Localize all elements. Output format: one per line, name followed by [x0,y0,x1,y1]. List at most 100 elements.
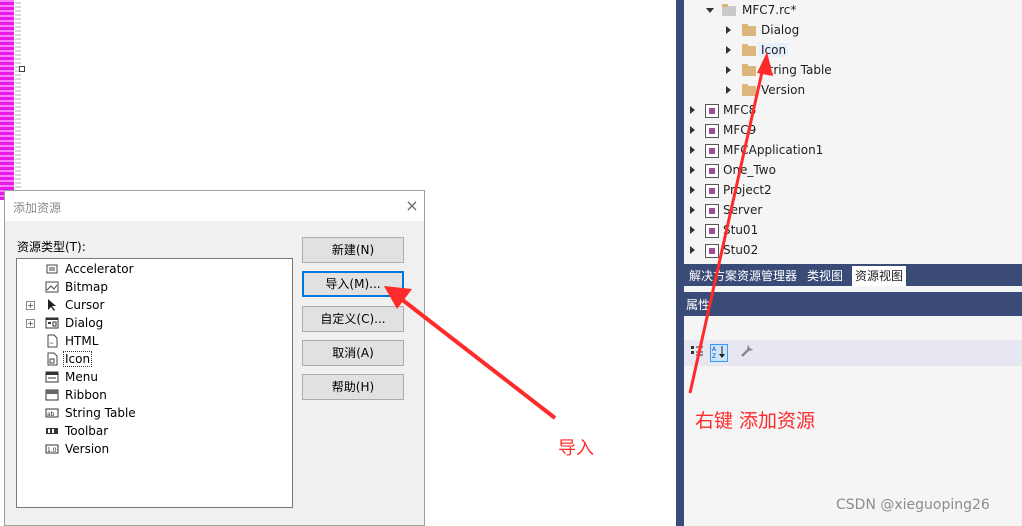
resource-type-tree[interactable]: Accelerator Bitmap + Cursor + Dialog ~ H… [16,258,293,508]
tree-item-version[interactable]: 1.0 Version [17,441,292,459]
add-resource-dialog: 添加资源 × 资源类型(T): Accelerator Bitmap + Cur… [4,190,425,526]
folder-icon [742,44,756,56]
project-icon [705,104,719,118]
tree-node-label: One_Two [723,163,776,177]
toolbar-icon [46,428,58,434]
dialog-titlebar[interactable]: 添加资源 × [5,191,424,221]
tree-node-label: Stu02 [723,243,759,257]
tab-resource-view[interactable]: 资源视图 [852,266,907,286]
bitmap-icon [45,281,59,293]
tree-node-label: Project2 [723,183,772,197]
tree-item-label: Cursor [65,298,105,312]
tree-node-project[interactable]: MFC9 [688,121,1008,141]
resize-handle[interactable] [19,66,25,72]
expand-arrow-icon[interactable] [726,66,731,74]
tree-node-label: Stu01 [723,223,759,237]
tree-node-project[interactable]: Server [688,201,1008,221]
tree-item-icon[interactable]: Icon [17,351,292,369]
expand-icon[interactable]: + [26,301,35,310]
expand-arrow-icon[interactable] [690,106,695,114]
tree-node-label: MFC9 [723,123,757,137]
tree-node-folder[interactable]: Dialog [724,21,1004,41]
tab-class-view[interactable]: 类视图 [804,266,846,286]
tree-node-label: MFC7.rc* [742,3,797,17]
project-icon [705,124,719,138]
expand-arrow-icon[interactable] [726,86,731,94]
tree-node-label: Dialog [761,23,800,37]
svg-text:A: A [712,346,717,353]
expand-arrow-icon[interactable] [690,146,695,154]
project-icon [705,164,719,178]
properties-header [684,292,1022,316]
expand-arrow-icon[interactable] [690,226,695,234]
tree-node-project[interactable]: Project2 [688,181,1008,201]
project-icon [705,184,719,198]
svg-text:ab: ab [47,411,55,418]
dialog-icon [45,317,59,329]
tree-item-label: Icon [63,351,93,367]
tree-node-label: Server [723,203,763,217]
expand-arrow-icon[interactable] [690,186,695,194]
expand-arrow-icon[interactable] [726,26,731,34]
menu-icon [45,371,59,383]
tree-node-project[interactable]: Stu01 [688,221,1008,241]
folder-icon [742,24,756,36]
expand-arrow-icon[interactable] [690,166,695,174]
tree-node-project[interactable]: One_Two [688,161,1008,181]
string-table-icon: ab [45,408,59,418]
tree-item-accelerator[interactable]: Accelerator [17,261,292,279]
expand-arrow-icon[interactable] [690,246,695,254]
folder-icon [742,64,756,76]
custom-button[interactable]: 自定义(C)... [302,306,404,332]
tree-node-rc-file[interactable]: MFC7.rc* [704,1,1004,21]
tree-node-project[interactable]: MFC8 [688,101,1008,121]
close-icon[interactable]: × [401,195,423,217]
expand-arrow-icon[interactable] [726,46,731,54]
help-button[interactable]: 帮助(H) [302,374,404,400]
tree-node-folder-icon[interactable]: Icon [724,41,1004,61]
folder-icon [742,84,756,96]
tree-item-cursor[interactable]: + Cursor [17,297,292,315]
tree-node-project[interactable]: MFCApplication1 [688,141,1008,161]
properties-title: 属性 [686,298,711,312]
version-icon: 1.0 [45,444,59,454]
icon-resource-icon [47,352,58,366]
resource-type-label: 资源类型(T): [17,240,86,254]
tree-item-html[interactable]: ~ HTML [17,333,292,351]
watermark: CSDN @xieguoping26 [836,497,990,513]
tree-node-folder[interactable]: Version [724,81,1004,101]
tree-item-menu[interactable]: Menu [17,369,292,387]
properties-toolbar: AZ [684,340,1022,366]
alphabetical-icon[interactable]: AZ [710,344,728,362]
tree-item-label: Toolbar [65,424,109,438]
tree-item-label: Accelerator [65,262,134,276]
cancel-button[interactable]: 取消(A) [302,340,404,366]
tree-node-project[interactable]: Stu02 [688,241,1008,261]
expand-arrow-icon[interactable] [690,126,695,134]
dialog-edge-strip [0,0,14,200]
import-button[interactable]: 导入(M)... [302,271,404,297]
expand-icon[interactable]: + [26,319,35,328]
tree-item-label: Dialog [65,316,104,330]
project-icon [705,144,719,158]
tree-item-ribbon[interactable]: Ribbon [17,387,292,405]
expand-arrow-icon[interactable] [690,206,695,214]
tree-item-dialog[interactable]: + Dialog [17,315,292,333]
svg-text:Z: Z [712,353,716,359]
property-pages-icon[interactable] [738,344,756,362]
tree-item-string-table[interactable]: ab String Table [17,405,292,423]
tree-node-folder[interactable]: String Table [724,61,1004,81]
panel-divider [676,0,684,526]
tree-item-label: HTML [65,334,99,348]
tree-node-label: MFC8 [723,103,757,117]
tree-item-toolbar[interactable]: Toolbar [17,423,292,441]
new-button[interactable]: 新建(N) [302,237,404,263]
dialog-title: 添加资源 [13,201,62,215]
tree-item-label: String Table [65,406,136,420]
dotted-grid-strip [15,0,21,200]
categorized-icon[interactable] [688,344,706,362]
tab-solution-explorer[interactable]: 解决方案资源管理器 [686,266,800,286]
resource-view-tree[interactable]: MFC7.rc* Dialog Icon String Table Versio… [684,0,1022,262]
tree-item-bitmap[interactable]: Bitmap [17,279,292,297]
collapse-arrow-icon[interactable] [706,8,714,13]
